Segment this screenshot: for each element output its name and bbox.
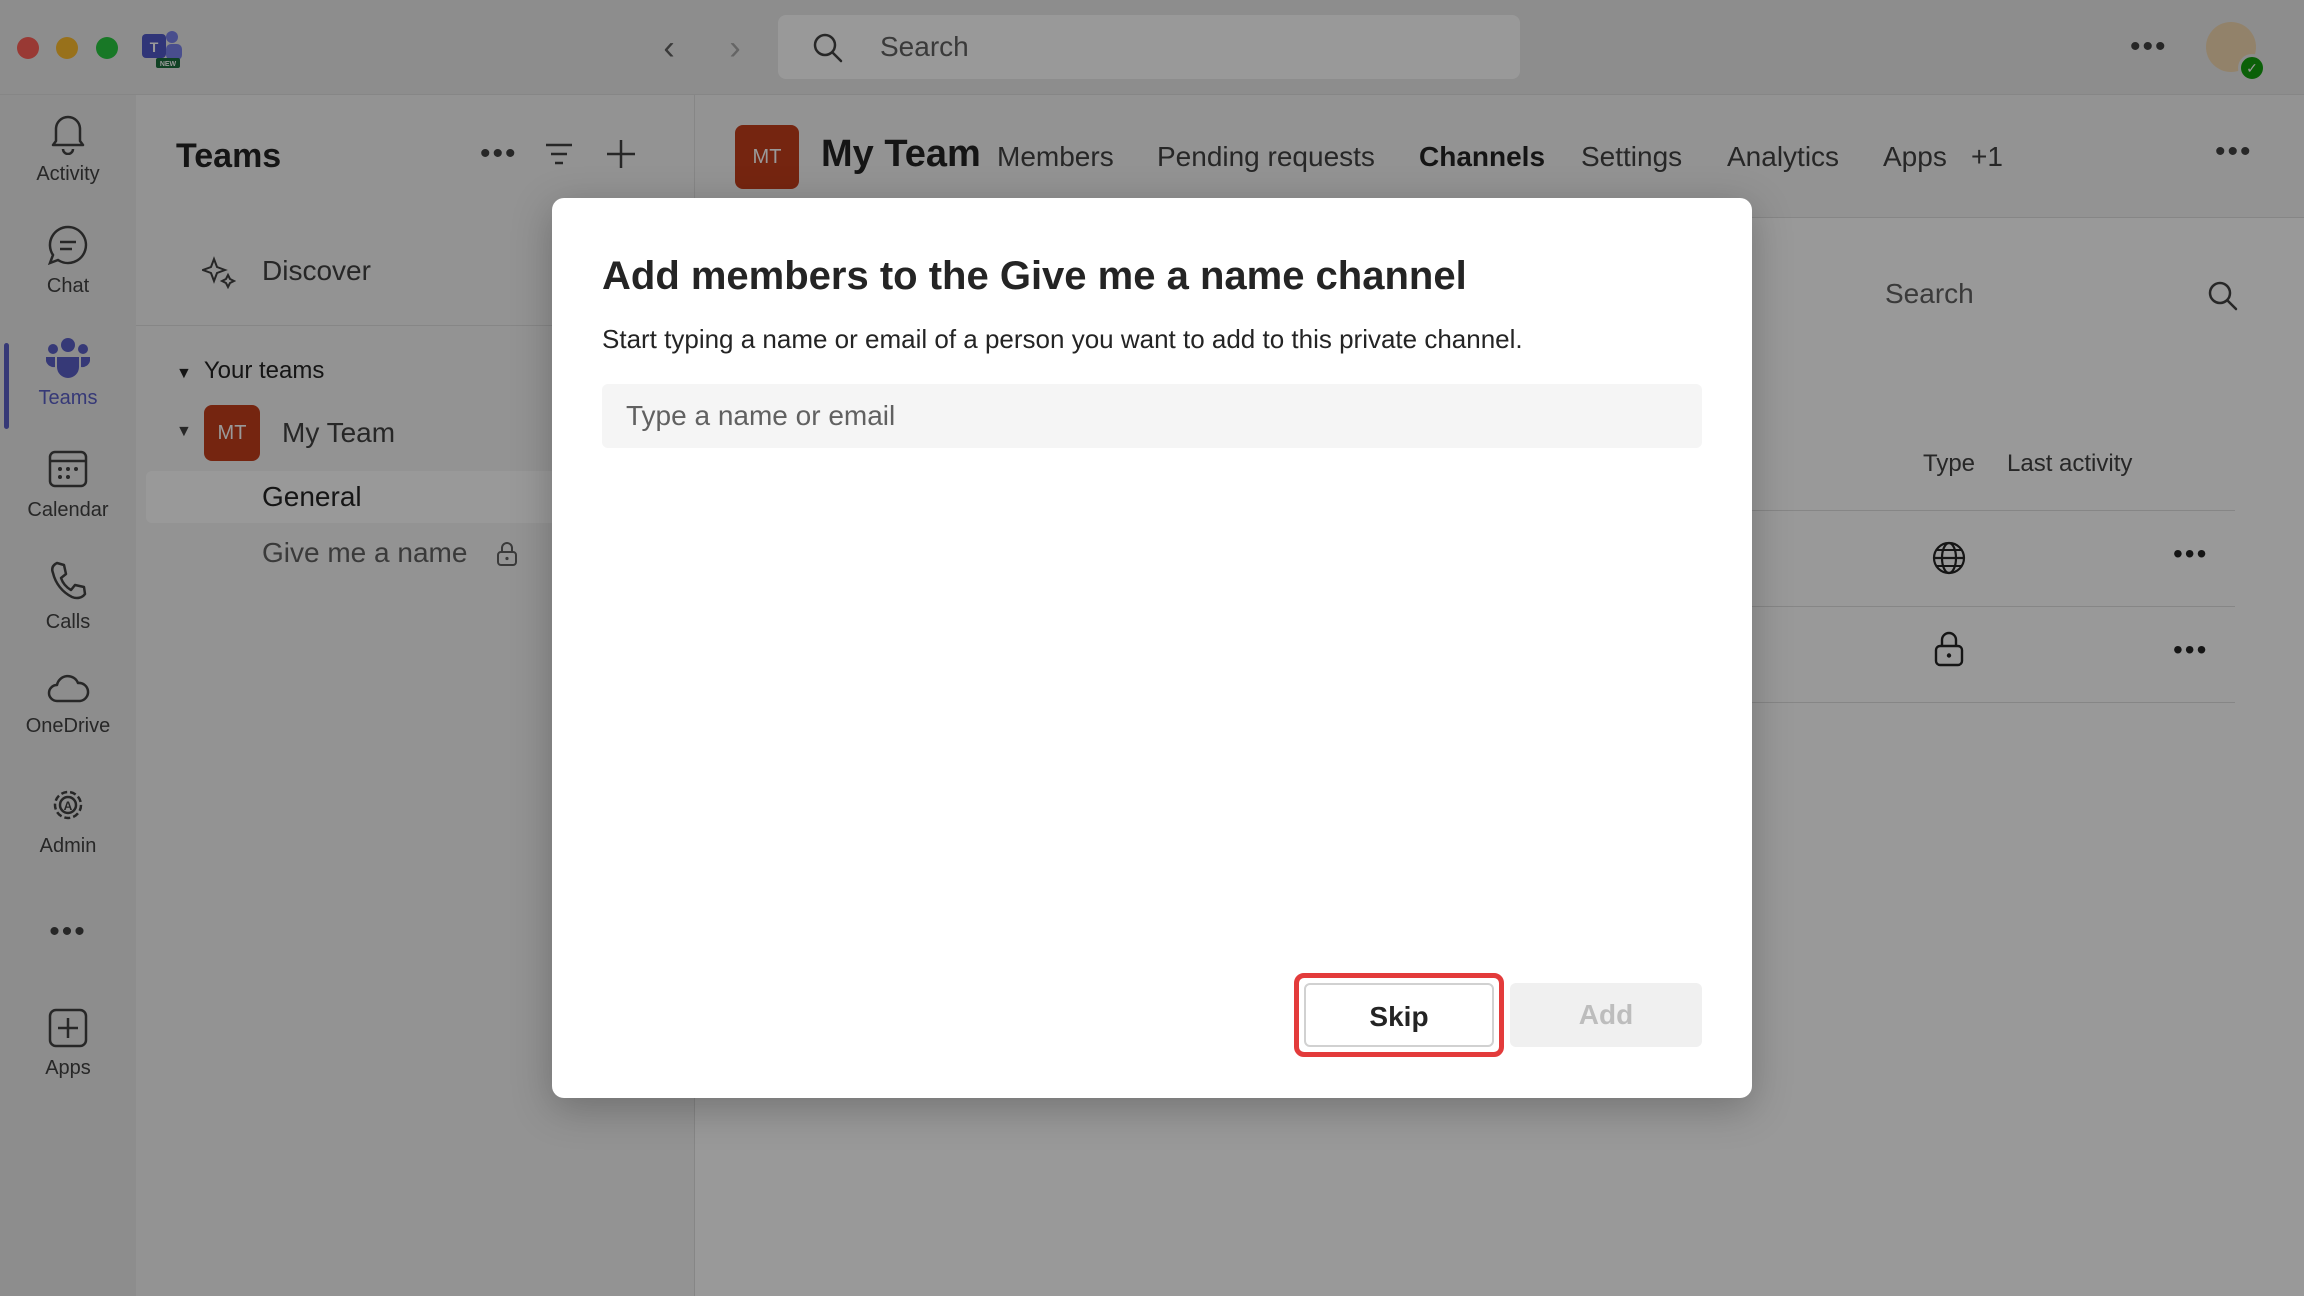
- teams-window: T NEW ‹ › Search ••• ✓ Activity Chat Tea…: [0, 0, 2304, 1296]
- add-button[interactable]: Add: [1510, 983, 1702, 1047]
- dialog-title: Add members to the Give me a name channe…: [602, 254, 1467, 298]
- skip-button[interactable]: Skip: [1304, 983, 1494, 1047]
- member-search-input[interactable]: [602, 384, 1702, 448]
- add-members-dialog: Add members to the Give me a name channe…: [552, 198, 1752, 1098]
- dialog-description: Start typing a name or email of a person…: [602, 324, 1523, 354]
